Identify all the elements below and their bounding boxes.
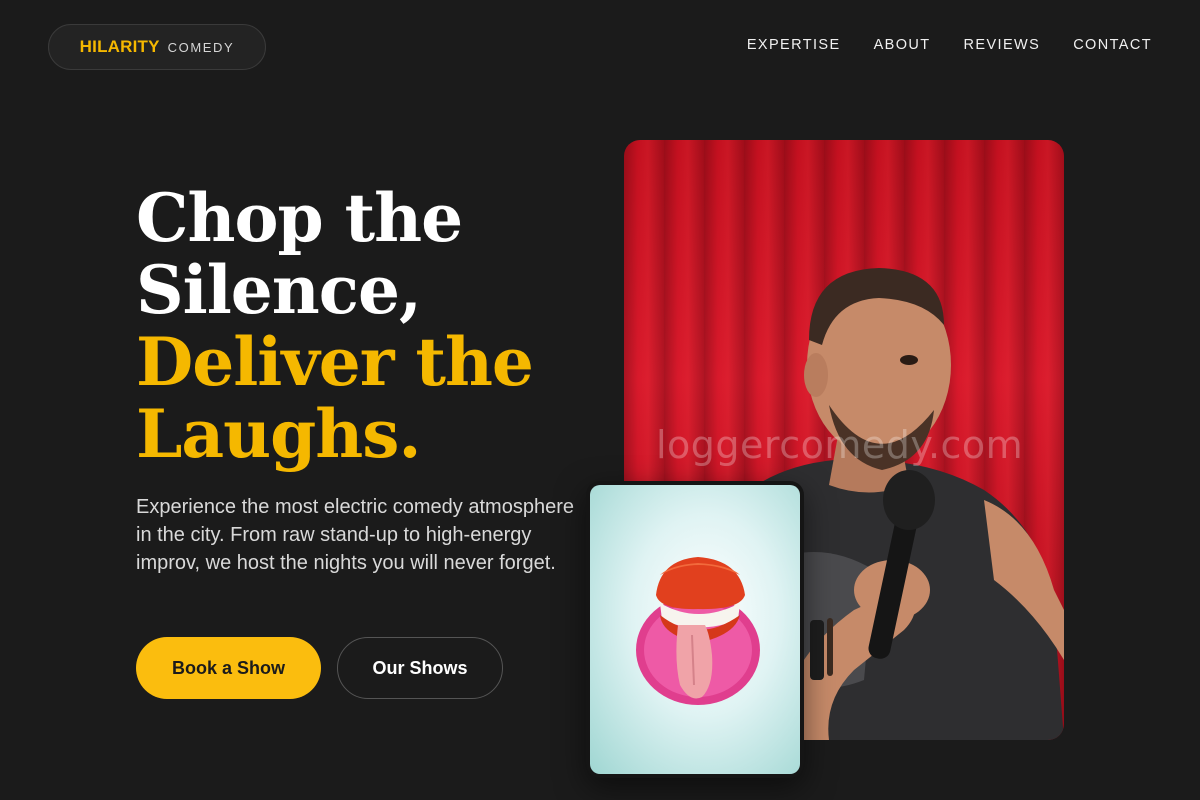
nav-item-expertise[interactable]: EXPERTISE <box>747 37 841 53</box>
headline-line-3: Deliver the <box>136 323 534 401</box>
candy-lips-illustration <box>636 557 760 705</box>
nav-item-about[interactable]: ABOUT <box>874 37 931 53</box>
brand-logo[interactable]: HILARITY COMEDY <box>48 24 266 70</box>
candy-lips-photo <box>586 481 804 778</box>
headline-line-2: Silence, <box>136 251 422 329</box>
nav-item-reviews[interactable]: REVIEWS <box>964 37 1041 53</box>
photo-watermark: loggercomedy.com <box>656 423 1024 467</box>
main-nav: EXPERTISE ABOUT REVIEWS CONTACT <box>747 37 1152 53</box>
brand-name: HILARITY <box>79 37 160 56</box>
nav-item-contact[interactable]: CONTACT <box>1073 37 1152 53</box>
brand-suffix: COMEDY <box>167 39 235 55</box>
headline-line-1: Chop the <box>136 179 463 257</box>
hero-headline: Chop the Silence, Deliver the Laughs. <box>136 179 534 473</box>
hero-intro: Experience the most electric comedy atmo… <box>136 496 574 574</box>
our-shows-button[interactable]: Our Shows <box>337 637 503 699</box>
candy-lips-image <box>590 485 800 774</box>
book-show-button[interactable]: Book a Show <box>136 637 321 699</box>
headline-line-4: Laughs. <box>136 395 421 473</box>
